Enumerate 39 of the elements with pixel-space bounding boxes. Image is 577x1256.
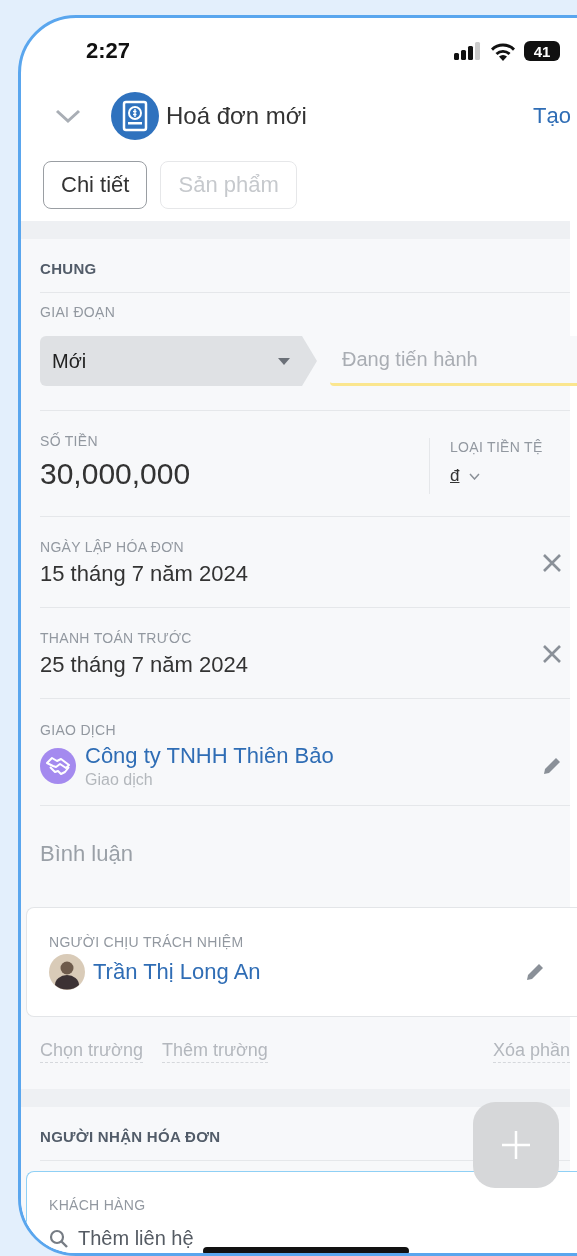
- field-label: LOẠI TIỀN TỆ: [450, 438, 544, 456]
- search-icon: [49, 1228, 68, 1248]
- wifi-icon: [490, 41, 516, 61]
- field-label: GIAI ĐOẠN: [40, 303, 117, 321]
- handshake-icon: [40, 748, 76, 784]
- section-title: CHUNG: [40, 259, 97, 279]
- stage-dropdown[interactable]: Mới: [40, 336, 318, 386]
- dropdown-triangle-icon: [278, 357, 290, 365]
- chevron-down-icon[interactable]: [55, 108, 81, 124]
- date-value: 25 tháng 7 năm 2024: [40, 651, 249, 679]
- field-label: SỐ TIỀN: [40, 432, 99, 450]
- field-label: GIAO DỊCH: [40, 721, 117, 739]
- invoice-icon: [111, 92, 159, 140]
- plus-icon: [501, 1130, 531, 1160]
- chevron-down-icon[interactable]: [469, 472, 481, 480]
- field-label: NGƯỜI CHỊU TRÁCH NHIỆM: [49, 933, 245, 951]
- field-label: KHÁCH HÀNG: [49, 1196, 147, 1214]
- section-title: NGƯỜI NHẬN HÓA ĐƠN: [40, 1127, 221, 1147]
- close-icon[interactable]: [542, 644, 562, 664]
- edit-icon[interactable]: [542, 756, 562, 776]
- tab[interactable]: Chi tiết: [43, 161, 148, 209]
- comment-field[interactable]: Bình luận: [40, 840, 340, 868]
- deal-type: Giao dịch: [85, 770, 154, 790]
- field-label: THANH TOÁN TRƯỚC: [40, 629, 193, 647]
- close-icon[interactable]: [542, 553, 562, 573]
- battery-indicator: 41: [524, 41, 560, 61]
- field-label: NGÀY LẬP HÓA ĐƠN: [40, 538, 185, 556]
- deal-link[interactable]: Công ty TNHH Thiên Bảo: [85, 742, 542, 770]
- amount-value: 30,000,000: [40, 457, 192, 491]
- avatar-icon: [49, 954, 85, 990]
- signal-icon: [454, 42, 482, 60]
- responsible-person-link[interactable]: Trần Thị Long An: [93, 958, 525, 986]
- date-value: 15 tháng 7 năm 2024: [40, 560, 249, 588]
- status-time: 2:27: [86, 38, 132, 64]
- create-button[interactable]: Tạo: [533, 103, 571, 129]
- add-contact-field[interactable]: Thêm liên hệ: [78, 1226, 210, 1250]
- currency-selector[interactable]: đ: [450, 466, 460, 486]
- page-title: Hoá đơn mới: [166, 102, 308, 130]
- edit-icon[interactable]: [525, 962, 545, 982]
